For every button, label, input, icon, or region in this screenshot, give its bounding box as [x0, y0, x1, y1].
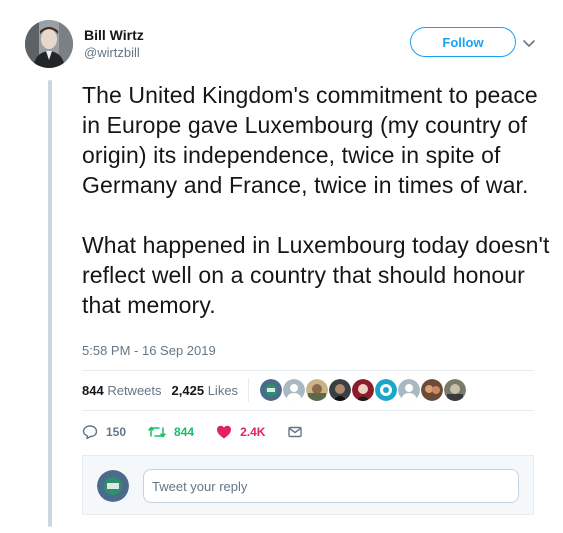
divider — [82, 370, 534, 371]
reply-input[interactable] — [143, 469, 519, 503]
liker-avatar[interactable] — [260, 379, 283, 401]
tweet-text: The United Kingdom's commitment to peace… — [82, 80, 552, 320]
tweet-actions: 150 844 2.4K — [82, 424, 333, 440]
heart-icon — [217, 425, 232, 439]
liker-avatar[interactable] — [398, 379, 421, 401]
tweet-timestamp[interactable]: 5:58 PM - 16 Sep 2019 — [82, 343, 216, 358]
liker-avatar[interactable] — [329, 379, 352, 401]
like-action[interactable]: 2.4K — [216, 424, 265, 440]
direct-message-action[interactable] — [287, 424, 311, 440]
retweet-action[interactable]: 844 — [148, 424, 194, 440]
follow-button[interactable]: Follow — [410, 27, 516, 57]
liker-avatar[interactable] — [375, 379, 398, 401]
likes-stat-label: Likes — [207, 382, 239, 398]
reply-box — [82, 455, 534, 515]
reply-icon — [82, 425, 98, 440]
liker-avatar[interactable] — [444, 379, 467, 401]
author-display-name[interactable]: Bill Wirtz — [84, 26, 144, 44]
retweet-stat[interactable]: 844 Retweets — [82, 383, 162, 398]
author-handle[interactable]: @wirtzbill — [84, 44, 144, 61]
liker-avatar[interactable] — [283, 379, 306, 401]
retweet-stat-label: Retweets — [107, 382, 162, 398]
liker-avatar[interactable] — [421, 379, 444, 401]
stats-divider — [248, 378, 250, 402]
thread-line — [48, 80, 52, 527]
tweet-paragraph: What happened in Luxembourg today doesn'… — [82, 232, 550, 318]
retweet-count: 844 — [174, 425, 195, 439]
chevron-down-icon[interactable] — [522, 36, 536, 50]
reply-action[interactable]: 150 — [82, 424, 126, 440]
liker-avatar[interactable] — [306, 379, 329, 401]
likes-stat[interactable]: 2,425 Likes — [172, 383, 239, 398]
liker-avatar[interactable] — [352, 379, 375, 401]
retweet-stat-count: 844 — [82, 382, 104, 398]
likers-avatars — [259, 379, 467, 401]
message-icon — [288, 426, 303, 438]
author-names: Bill Wirtz @wirtzbill — [84, 26, 144, 61]
author-avatar[interactable] — [25, 20, 73, 68]
reply-count: 150 — [106, 425, 127, 439]
divider — [82, 410, 534, 411]
tweet-stats: 844 Retweets 2,425 Likes — [82, 378, 467, 402]
tweet-paragraph: The United Kingdom's commitment to peace… — [82, 82, 538, 198]
reply-user-avatar[interactable] — [97, 470, 129, 502]
retweet-icon — [148, 426, 166, 438]
like-count: 2.4K — [240, 425, 266, 439]
likes-stat-count: 2,425 — [171, 382, 205, 398]
